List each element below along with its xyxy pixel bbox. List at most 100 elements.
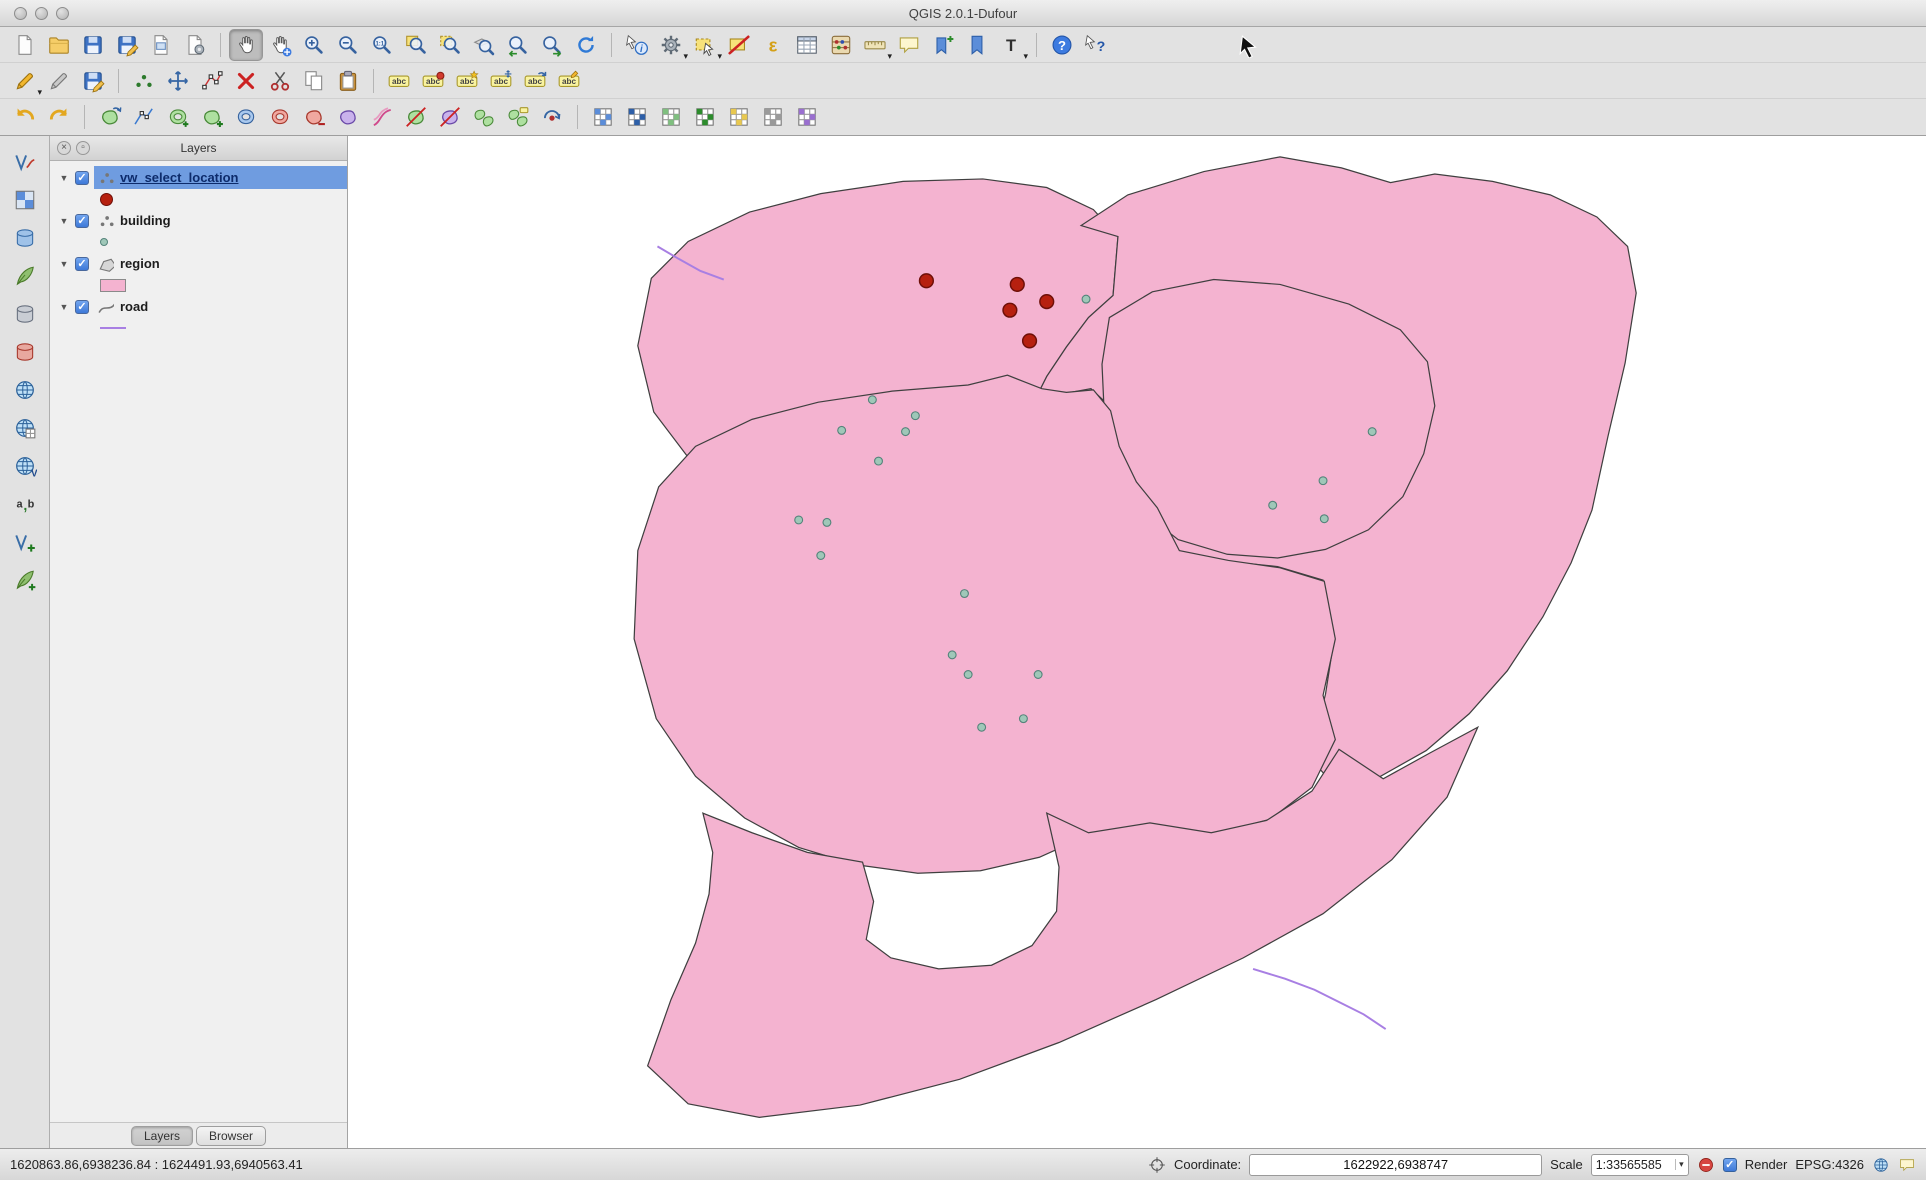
change-label-properties-button[interactable]: abc: [552, 65, 586, 97]
new-print-composer-button[interactable]: [144, 29, 178, 61]
building-visibility-checkbox[interactable]: ✓: [75, 214, 89, 228]
render-checkbox[interactable]: ✓: [1723, 1158, 1737, 1172]
mouse-position-icon[interactable]: [1148, 1156, 1166, 1174]
panel-close-button[interactable]: ×: [57, 141, 71, 155]
node-tool-button[interactable]: [195, 65, 229, 97]
move-feature-button[interactable]: [161, 65, 195, 97]
vw_select_location-visibility-checkbox[interactable]: ✓: [75, 171, 89, 185]
paste-features-button[interactable]: [331, 65, 365, 97]
layer-row-region[interactable]: ▼ ✓ region: [50, 252, 347, 275]
layer-row-vw_select_location[interactable]: ▼✓vw_select_location: [50, 166, 347, 189]
pan-map-to-selection-button[interactable]: [263, 29, 297, 61]
zoom-window-button[interactable]: [56, 7, 69, 20]
labeling-button[interactable]: abc: [382, 65, 416, 97]
panel-detach-button[interactable]: ▫: [76, 141, 90, 155]
redo-button[interactable]: [42, 101, 76, 133]
composer-manager-button[interactable]: [178, 29, 212, 61]
close-window-button[interactable]: [14, 7, 27, 20]
panel-tab-layers[interactable]: Layers: [131, 1126, 193, 1146]
new-bookmark-button[interactable]: [926, 29, 960, 61]
increase-contrast-button[interactable]: [790, 101, 824, 133]
whats-this-button[interactable]: ?: [1079, 29, 1113, 61]
crs-status-icon[interactable]: [1872, 1156, 1890, 1174]
road-visibility-checkbox[interactable]: ✓: [75, 300, 89, 314]
delete-ring-button[interactable]: [263, 101, 297, 133]
stop-render-icon[interactable]: [1697, 1156, 1715, 1174]
save-project-button[interactable]: [76, 29, 110, 61]
full-cumulative-cut-stretch-button[interactable]: [688, 101, 722, 133]
rotate-feature-button[interactable]: [93, 101, 127, 133]
log-messages-icon[interactable]: [1898, 1156, 1916, 1174]
copy-features-button[interactable]: [297, 65, 331, 97]
measure-line-button[interactable]: ▾: [858, 29, 892, 61]
zoom-next-button[interactable]: [535, 29, 569, 61]
layer-label-area[interactable]: region: [94, 252, 347, 275]
increase-brightness-button[interactable]: [722, 101, 756, 133]
split-features-button[interactable]: [399, 101, 433, 133]
add-wms-layer-button[interactable]: [6, 374, 44, 406]
merge-attributes-button[interactable]: [501, 101, 535, 133]
zoom-last-button[interactable]: [501, 29, 535, 61]
layer-label-area[interactable]: road: [94, 295, 347, 318]
open-project-button[interactable]: [42, 29, 76, 61]
full-histogram-stretch-button[interactable]: [620, 101, 654, 133]
zoom-to-layer-button[interactable]: [467, 29, 501, 61]
cut-features-button[interactable]: [263, 65, 297, 97]
save-layer-edits-button[interactable]: [76, 65, 110, 97]
rotate-label-button[interactable]: abc: [518, 65, 552, 97]
new-spatialite-layer-button[interactable]: [6, 564, 44, 596]
map-tips-button[interactable]: [892, 29, 926, 61]
zoom-native-button[interactable]: 1:1: [365, 29, 399, 61]
add-vector-layer-button[interactable]: [6, 146, 44, 178]
pin-labels-button[interactable]: abc: [416, 65, 450, 97]
zoom-in-button[interactable]: [297, 29, 331, 61]
current-edits-button[interactable]: ▾: [8, 65, 42, 97]
zoom-to-selection-button[interactable]: [433, 29, 467, 61]
add-feature-button[interactable]: [127, 65, 161, 97]
text-annotation-button[interactable]: T▾: [994, 29, 1028, 61]
add-oracle-layer-button[interactable]: [6, 336, 44, 368]
identify-features-button[interactable]: i: [620, 29, 654, 61]
undo-button[interactable]: [8, 101, 42, 133]
show-bookmarks-button[interactable]: [960, 29, 994, 61]
select-features-button[interactable]: ▾: [688, 29, 722, 61]
add-mssql-layer-button[interactable]: [6, 298, 44, 330]
add-ring-button[interactable]: [161, 101, 195, 133]
panel-tab-browser[interactable]: Browser: [196, 1126, 266, 1146]
zoom-out-button[interactable]: [331, 29, 365, 61]
new-project-button[interactable]: [8, 29, 42, 61]
delete-part-button[interactable]: [297, 101, 331, 133]
add-wcs-layer-button[interactable]: [6, 412, 44, 444]
local-histogram-stretch-button[interactable]: [586, 101, 620, 133]
highlight-pinned-labels-button[interactable]: abc: [450, 65, 484, 97]
layer-label-area[interactable]: building: [94, 209, 347, 232]
save-project-as-button[interactable]: [110, 29, 144, 61]
add-raster-layer-button[interactable]: [6, 184, 44, 216]
offset-curve-button[interactable]: [365, 101, 399, 133]
coordinate-input[interactable]: [1249, 1154, 1542, 1176]
layer-expander-icon[interactable]: ▼: [58, 173, 70, 183]
rotate-point-symbols-button[interactable]: [535, 101, 569, 133]
decrease-brightness-button[interactable]: [756, 101, 790, 133]
region-visibility-checkbox[interactable]: ✓: [75, 257, 89, 271]
split-parts-button[interactable]: [433, 101, 467, 133]
add-part-button[interactable]: [195, 101, 229, 133]
delete-selected-button[interactable]: [229, 65, 263, 97]
field-calculator-button[interactable]: [824, 29, 858, 61]
deselect-all-button[interactable]: [722, 29, 756, 61]
toggle-editing-button[interactable]: [42, 65, 76, 97]
zoom-full-button[interactable]: [399, 29, 433, 61]
open-attribute-table-button[interactable]: [790, 29, 824, 61]
merge-features-button[interactable]: [467, 101, 501, 133]
minimize-window-button[interactable]: [35, 7, 48, 20]
pan-map-button[interactable]: [229, 29, 263, 61]
layer-row-road[interactable]: ▼ ✓ road: [50, 295, 347, 318]
local-cumulative-cut-stretch-button[interactable]: [654, 101, 688, 133]
add-postgis-layer-button[interactable]: [6, 222, 44, 254]
select-by-expression-button[interactable]: ε: [756, 29, 790, 61]
add-wfs-layer-button[interactable]: V: [6, 450, 44, 482]
simplify-feature-button[interactable]: [127, 101, 161, 133]
add-spatialite-layer-button[interactable]: [6, 260, 44, 292]
layer-expander-icon[interactable]: ▼: [58, 302, 70, 312]
layer-expander-icon[interactable]: ▼: [58, 259, 70, 269]
